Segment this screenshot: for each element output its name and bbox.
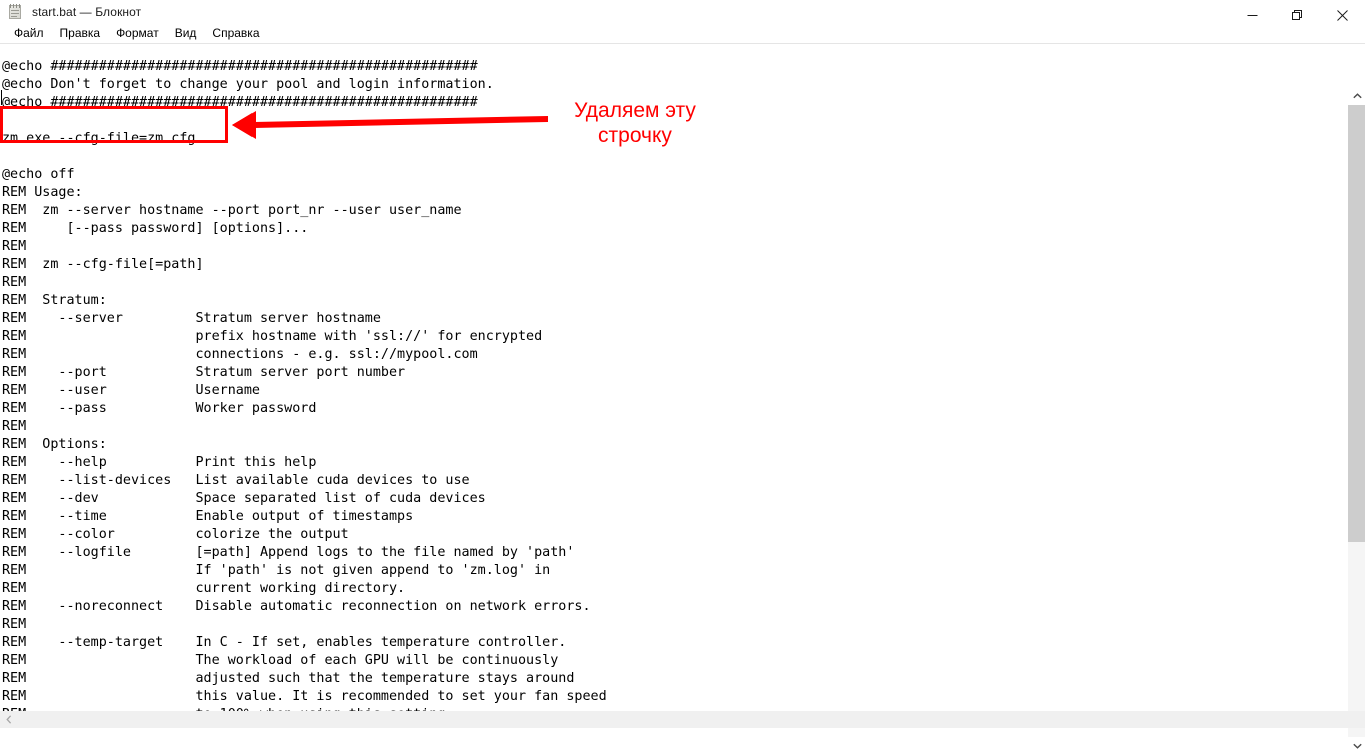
text-editor[interactable]: @echo ##################################… [0,44,1346,711]
menu-item-edit[interactable]: Правка [52,24,109,42]
menu-bar: Файл Правка Формат Вид Справка [0,23,1365,43]
menu-item-file[interactable]: Файл [6,24,52,42]
vertical-scroll-track[interactable] [1348,105,1365,737]
vertical-scrollbar[interactable] [1347,87,1365,755]
horizontal-scrollbar[interactable] [0,711,1365,728]
scroll-down-arrow[interactable] [1348,737,1365,755]
scroll-up-arrow[interactable] [1348,87,1365,105]
editor-area: @echo ##################################… [0,43,1365,755]
vertical-scroll-thumb[interactable] [1348,105,1365,542]
menu-item-help[interactable]: Справка [204,24,267,42]
menu-item-view[interactable]: Вид [167,24,205,42]
title-bar: start.bat — Блокнот [0,0,1365,23]
notepad-window: start.bat — Блокнот Файл Правка Формат В… [0,0,1365,755]
notepad-icon [8,3,24,20]
scrollbar-corner [1347,711,1365,728]
scroll-left-arrow[interactable] [0,711,17,728]
menu-item-format[interactable]: Формат [108,24,167,42]
window-title: start.bat — Блокнот [32,4,142,19]
editor-content[interactable]: @echo ##################################… [2,58,607,711]
